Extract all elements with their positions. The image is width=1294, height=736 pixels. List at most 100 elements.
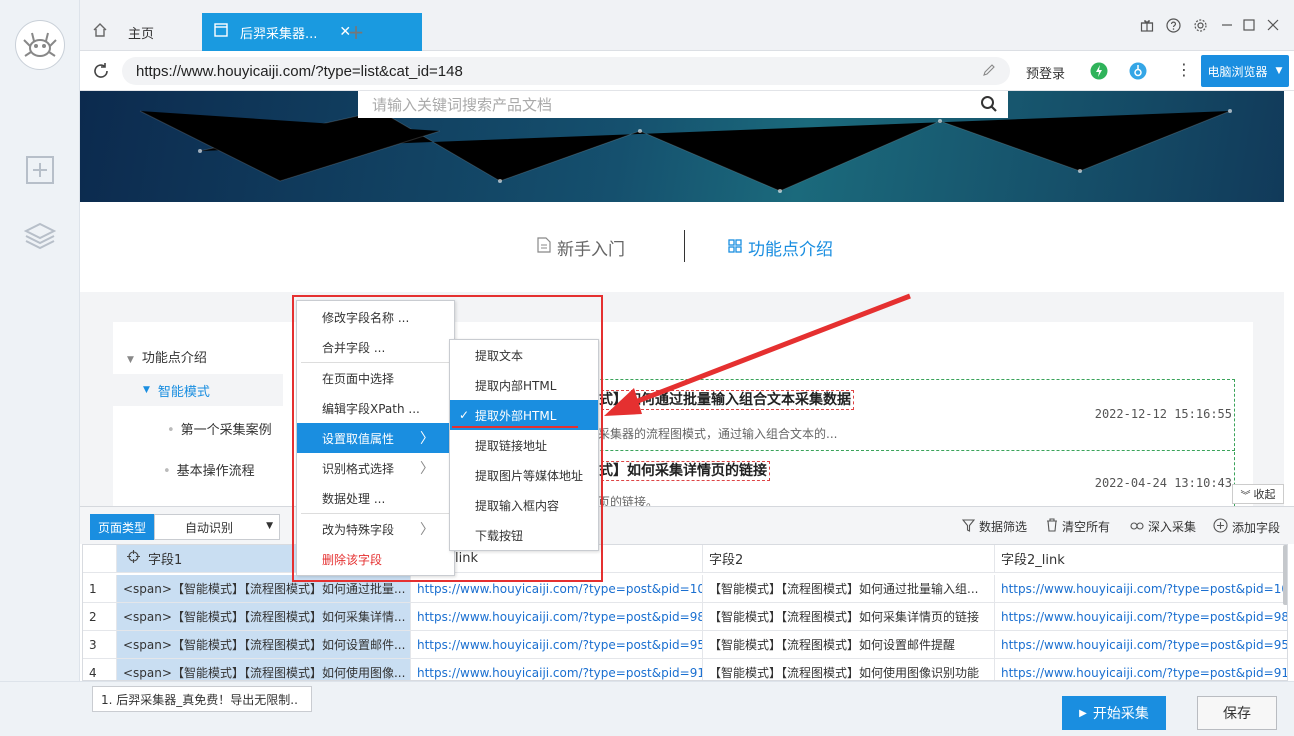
menu-edit-xpath[interactable]: 编辑字段XPath ...	[297, 393, 454, 423]
collapse-button[interactable]: ︾ 收起	[1232, 484, 1284, 504]
tab-home-label: 主页	[128, 26, 155, 42]
submenu-extract-inner-html[interactable]: 提取内部HTML	[450, 370, 598, 400]
tree-smart-mode[interactable]: ▼ 智能模式	[113, 374, 283, 406]
tree-item-label: 第一个采集案例	[180, 423, 272, 438]
doc-nav: 新手入门 功能点介绍	[80, 202, 1284, 292]
submenu-extract-link[interactable]: 提取链接地址	[450, 430, 598, 460]
crosshair-icon	[127, 550, 140, 567]
close-window-icon[interactable]	[1262, 14, 1284, 36]
column-header-field2-link[interactable]: 字段2_link	[995, 545, 1287, 572]
caret-down-icon: ▼	[143, 385, 150, 395]
clear-all-button[interactable]: 清空所有	[1046, 518, 1110, 535]
home-icon	[92, 22, 108, 42]
tab-houyi[interactable]: 后羿采集器... ✕	[202, 13, 422, 51]
help-icon[interactable]	[1162, 14, 1184, 36]
tab-home[interactable]: 主页	[80, 13, 202, 51]
prelogin-button[interactable]: 预登录	[1026, 63, 1065, 82]
clear-all-label: 清空所有	[1062, 520, 1111, 534]
tab-bar: 主页 后羿采集器... ✕ +	[80, 0, 1294, 51]
annotation-underline	[452, 426, 578, 428]
cell-field2[interactable]: 【智能模式】【流程图模式】如何使用图像识别功能	[703, 659, 995, 680]
menu-rename-field[interactable]: 修改字段名称 ...	[297, 302, 454, 332]
column-header-field2[interactable]: 字段2	[703, 545, 995, 572]
extension-icon[interactable]	[1129, 62, 1147, 84]
tree-item-first-case[interactable]: • 第一个采集案例	[167, 419, 272, 438]
tree-item-basic-flow[interactable]: • 基本操作流程	[163, 460, 255, 479]
cell-field1[interactable]: <span>【智能模式】【流程图模式】如何使用图像...	[117, 659, 411, 680]
edit-url-icon[interactable]	[982, 63, 996, 81]
bullet-icon: •	[167, 423, 175, 438]
cell-field2[interactable]: 【智能模式】【流程图模式】如何采集详情页的链接	[703, 603, 995, 630]
submenu-extract-input[interactable]: 提取输入框内容	[450, 490, 598, 520]
browser-mode-button[interactable]: 电脑浏览器 ▼	[1201, 55, 1289, 87]
filter-button[interactable]: 数据筛选	[961, 518, 1028, 535]
table-row[interactable]: 2 <span>【智能模式】【流程图模式】如何采集详情... https://w…	[83, 603, 1287, 631]
submenu-extract-media[interactable]: 提取图片等媒体地址	[450, 460, 598, 490]
value-attr-submenu: 提取文本 提取内部HTML ✓ 提取外部HTML 提取链接地址 提取图片等媒体地址…	[449, 339, 599, 551]
table-scrollbar[interactable]	[1283, 545, 1287, 605]
trash-icon	[1046, 518, 1058, 535]
deep-collect-button[interactable]: 深入采集	[1130, 518, 1196, 535]
layers-icon[interactable]	[23, 220, 57, 252]
menu-special-field[interactable]: 改为特殊字段 〉	[297, 514, 454, 544]
tree-root[interactable]: ▼ 功能点介绍	[127, 347, 207, 366]
cell-field2[interactable]: 【智能模式】【流程图模式】如何设置邮件提醒	[703, 631, 995, 658]
gift-icon[interactable]	[1136, 14, 1158, 36]
menu-format-select[interactable]: 识别格式选择 〉	[297, 453, 454, 483]
filter-label: 数据筛选	[979, 520, 1028, 534]
menu-merge-field[interactable]: 合并字段 ...	[297, 332, 454, 362]
app-logo-icon	[15, 20, 65, 70]
check-icon: ✓	[459, 408, 470, 422]
more-menu-icon[interactable]: ⋮	[1176, 60, 1192, 79]
table-row[interactable]: 4 <span>【智能模式】【流程图模式】如何使用图像... https://w…	[83, 659, 1287, 680]
doc-search-placeholder: 请输入关键词搜索产品文档	[372, 96, 553, 114]
cell-field2-link[interactable]: https://www.houyicaiji.com/?type=post&pi…	[995, 659, 1287, 680]
chevrons-down-icon: ︾	[1240, 490, 1251, 502]
cell-field2[interactable]: 【智能模式】【流程图模式】如何通过批量输入组...	[703, 575, 995, 602]
nav-features-label: 功能点介绍	[748, 240, 833, 260]
table-row[interactable]: 3 <span>【智能模式】【流程图模式】如何设置邮件... https://w…	[83, 631, 1287, 659]
menu-delete-field[interactable]: 删除该字段	[297, 544, 454, 574]
refresh-icon[interactable]	[92, 62, 110, 84]
table-row[interactable]: 1 <span>【智能模式】【流程图模式】如何通过批量... https://w…	[83, 575, 1287, 603]
cell-field2-link[interactable]: https://www.houyicaiji.com/?type=post&pi…	[995, 631, 1287, 658]
menu-set-value-attr[interactable]: 设置取值属性 〉	[297, 423, 454, 453]
menu-item-label: 改为特殊字段	[322, 522, 395, 537]
page-type-select[interactable]: 自动识别 ▼	[154, 514, 280, 540]
nav-guide[interactable]: 新手入门	[537, 235, 625, 260]
row-number: 1	[83, 575, 117, 602]
row-number: 3	[83, 631, 117, 658]
menu-select-in-page[interactable]: 在页面中选择	[297, 363, 454, 393]
add-field-button[interactable]: 添加字段	[1213, 518, 1280, 536]
menu-data-processing[interactable]: 数据处理 ...	[297, 483, 454, 513]
cell-link[interactable]: https://www.houyicaiji.com/?type=post&pi…	[411, 603, 703, 630]
cell-field2-link[interactable]: https://www.houyicaiji.com/?type=post&pi…	[995, 575, 1287, 602]
new-task-icon[interactable]	[24, 154, 56, 186]
save-button[interactable]: 保存	[1197, 696, 1277, 730]
minimize-icon[interactable]	[1216, 14, 1238, 36]
submenu-extract-text[interactable]: 提取文本	[450, 340, 598, 370]
settings-icon[interactable]	[1189, 14, 1211, 36]
url-input[interactable]: https://www.houyicaiji.com/?type=list&ca…	[122, 57, 1010, 85]
speed-icon[interactable]	[1090, 62, 1108, 84]
deep-collect-label: 深入采集	[1148, 520, 1197, 534]
submenu-download-button[interactable]: 下载按钮	[450, 520, 598, 550]
chevron-right-icon: 〉	[420, 461, 434, 477]
cell-field2-link[interactable]: https://www.houyicaiji.com/?type=post&pi…	[995, 603, 1287, 630]
cell-field1[interactable]: <span>【智能模式】【流程图模式】如何采集详情...	[117, 603, 411, 630]
doc-search-input[interactable]: 请输入关键词搜索产品文档	[358, 91, 1008, 118]
nav-features[interactable]: 功能点介绍	[728, 235, 833, 260]
tree-smart-label: 智能模式	[157, 384, 210, 400]
chevron-right-icon: 〉	[420, 431, 434, 447]
nav-guide-label: 新手入门	[557, 240, 625, 260]
article-title[interactable]: 式】如何采集详情页的链接	[596, 461, 770, 481]
start-collect-button[interactable]: ▶ 开始采集	[1062, 696, 1166, 730]
cell-field1[interactable]: <span>【智能模式】【流程图模式】如何设置邮件...	[117, 631, 411, 658]
cell-link[interactable]: https://www.houyicaiji.com/?type=post&pi…	[411, 659, 703, 680]
cell-link[interactable]: https://www.houyicaiji.com/?type=post&pi…	[411, 631, 703, 658]
search-icon[interactable]	[980, 95, 998, 117]
new-tab-button[interactable]: +	[344, 13, 368, 51]
page-type-label: 页面类型	[90, 514, 154, 540]
caret-down-icon: ▼	[1275, 66, 1283, 76]
maximize-icon[interactable]	[1238, 14, 1260, 36]
